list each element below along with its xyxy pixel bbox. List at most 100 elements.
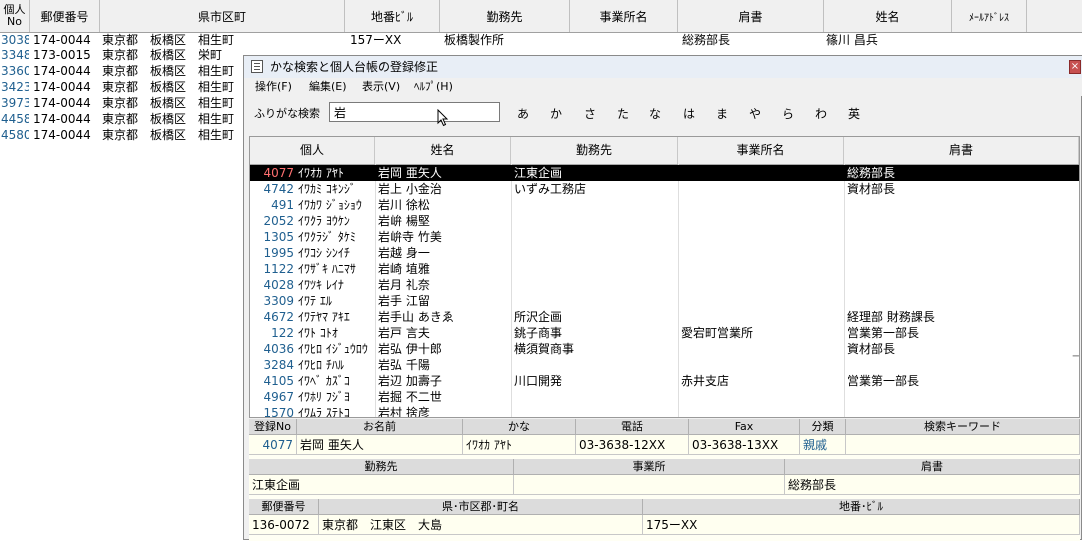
list-item[interactable]: 3309 ｲﾜﾃ ｴﾙ 岩手 江留	[250, 293, 1079, 309]
detail-block-field[interactable]: 175ーXX	[643, 515, 1080, 535]
list-item-selected[interactable]: 4077 ｲﾜｵｶ ｱﾔﾄ 岩岡 亜矢人 江東企画 総務部長	[250, 165, 1079, 181]
list-header-office[interactable]: 事業所名	[678, 137, 844, 164]
kana-button-ra[interactable]: ら	[778, 105, 798, 122]
list-item[interactable]: 4036 ｲﾜﾋﾛ ｲｼﾞｭｳﾛｳ 岩弘 伊十郎 横須賀商事 資材部長	[250, 341, 1079, 357]
list-item[interactable]: 4742 ｲﾜｶﾐ ｺｷﾝｼﾞ 岩上 小金治 いずみ工務店 資材部長	[250, 181, 1079, 197]
bg-cell-address: 東京都 板橋区 相生町	[102, 33, 235, 47]
detail-name-field[interactable]: 岩岡 亜矢人	[297, 435, 463, 455]
list-cell-kana: ｲﾜｶﾐ ｺｷﾝｼﾞ	[298, 182, 356, 196]
list-cell-name: 岩月 礼奈	[378, 278, 430, 292]
detail-keyword-field[interactable]	[846, 435, 1080, 455]
kana-search-input[interactable]	[329, 102, 500, 122]
list-header-title[interactable]: 肩書	[844, 137, 1079, 164]
bg-cell-address: 東京都 板橋区 相生町	[102, 96, 235, 110]
list-cell-title: 資材部長	[847, 182, 896, 196]
list-item[interactable]: 4105 ｲﾜﾍﾞ ｶｽﾞｺ 岩辺 加壽子 川口開発 赤井支店 営業第一部長	[250, 373, 1079, 389]
detail-category-field[interactable]: 親戚	[800, 435, 846, 455]
bg-cell-postal: 174-0044	[33, 64, 91, 78]
detail-address-field[interactable]: 東京都 江東区 大島	[319, 515, 643, 535]
list-cell-name: 岩手 江留	[378, 294, 430, 308]
list-item[interactable]: 1570 ｲﾜﾑﾗ ｽﾃﾄｺ 岩村 捨彦	[250, 405, 1079, 418]
bg-cell-postal: 173-0015	[33, 48, 91, 62]
list-item[interactable]: 122 ｲﾜﾄ ｺﾄｵ 岩戸 言夫 銚子商事 愛宕町営業所 営業第一部長	[250, 325, 1079, 341]
dialog-title: かな検索と個人台帳の登録修正	[270, 60, 439, 74]
bg-cell-company: 板橋製作所	[444, 33, 505, 47]
bg-header-company[interactable]: 勤務先	[440, 0, 570, 32]
list-cell-name: 岩辺 加壽子	[378, 374, 442, 388]
bg-cell-no: 3973	[1, 96, 29, 110]
dialog-title-bar[interactable]: かな検索と個人台帳の登録修正 ×	[244, 56, 1082, 79]
list-cell-name: 岩掘 不二世	[378, 390, 442, 404]
detail-fax-field[interactable]: 03-3638-13XX	[689, 435, 800, 455]
list-cell-kana: ｲﾜﾄ ｺﾄｵ	[298, 326, 338, 340]
close-button[interactable]: ×	[1069, 60, 1081, 74]
kana-button-ya[interactable]: や	[745, 105, 765, 122]
bg-header-name[interactable]: 姓名	[824, 0, 952, 32]
kana-button-ta[interactable]: た	[613, 105, 633, 122]
list-item[interactable]: 491 ｲﾜｶﾜ ｼﾞｮｼｮｳ 岩川 徐松	[250, 197, 1079, 213]
list-cell-no: 1995	[263, 246, 294, 260]
list-cell-company: 江東企画	[514, 166, 563, 180]
list-item[interactable]: 4672 ｲﾜﾃﾔﾏ ｱｷｴ 岩手山 あきゑ 所沢企画 経理部 財務課長	[250, 309, 1079, 325]
menu-view[interactable]: 表示(V)	[362, 78, 400, 96]
detail-panel: 登録No お名前 かな 電話 Fax 分類 検索キーワード 4077 岩岡 亜矢…	[249, 419, 1080, 541]
kana-button-ha[interactable]: は	[679, 105, 699, 122]
list-cell-kana: ｲﾜﾑﾗ ｽﾃﾄｺ	[298, 406, 350, 418]
list-header-name[interactable]: 姓名	[375, 137, 511, 164]
detail-reg-no[interactable]: 4077	[249, 435, 297, 455]
list-item[interactable]: 1122 ｲﾜｻﾞｷ ﾊﾆﾏｻ 岩崎 埴雅	[250, 261, 1079, 277]
list-cell-kana: ｲﾜｵｶ ｱﾔﾄ	[298, 166, 344, 180]
bg-cell-postal: 174-0044	[33, 33, 91, 47]
bg-header-mail[interactable]: ﾒｰﾙｱﾄﾞﾚｽ	[952, 0, 1027, 32]
detail-header-category: 分類	[800, 419, 846, 435]
bg-header-title[interactable]: 肩書	[678, 0, 824, 32]
list-cell-office: 愛宕町営業所	[681, 326, 754, 340]
detail-header-company: 勤務先	[249, 459, 514, 475]
list-cell-no: 3309	[263, 294, 294, 308]
list-cell-name: 岩峅寺 竹美	[378, 230, 442, 244]
list-cell-kana: ｲﾜﾋﾛ ｲｼﾞｭｳﾛｳ	[298, 342, 368, 356]
list-cell-title: 営業第一部長	[847, 326, 920, 340]
detail-company-field[interactable]: 江東企画	[249, 475, 514, 495]
person-list[interactable]: 個人 姓名 勤務先 事業所名 肩書 4077 ｲﾜｵｶ ｱﾔﾄ 岩岡 亜矢人 江…	[249, 136, 1080, 418]
bg-cell-no: 3038	[1, 33, 29, 47]
kana-button-ka[interactable]: か	[546, 105, 566, 122]
list-cell-name: 岩弘 千陽	[378, 358, 430, 372]
kana-button-wa[interactable]: わ	[811, 105, 831, 122]
list-item[interactable]: 3284 ｲﾜﾋﾛ ﾁﾊﾙ 岩弘 千陽	[250, 357, 1079, 373]
list-cell-no: 4742	[263, 182, 294, 196]
menu-edit[interactable]: 編集(E)	[309, 78, 347, 96]
list-header-company[interactable]: 勤務先	[511, 137, 678, 164]
bg-header-office[interactable]: 事業所名	[570, 0, 678, 32]
kana-button-na[interactable]: な	[645, 105, 665, 122]
list-cell-office	[681, 181, 843, 197]
detail-postal-field[interactable]: 136-0072	[249, 515, 319, 535]
kana-button-ma[interactable]: ま	[712, 105, 732, 122]
list-item[interactable]: 1305 ｲﾜｸﾗｼﾞ ﾀｹﾐ 岩峅寺 竹美	[250, 229, 1079, 245]
menu-operation[interactable]: 操作(F)	[255, 78, 292, 96]
kana-button-sa[interactable]: さ	[580, 105, 600, 122]
bg-header-no-line2: No	[7, 15, 22, 28]
scroll-down-icon[interactable]: −	[1072, 351, 1079, 362]
list-item[interactable]: 4967 ｲﾜﾎﾘ ﾌｼﾞﾖ 岩掘 不二世	[250, 389, 1079, 405]
bg-header-no[interactable]: 個人 No	[0, 0, 30, 32]
bg-cell-address: 東京都 板橋区 栄町	[102, 48, 223, 62]
bg-header-postal[interactable]: 郵便番号	[30, 0, 100, 32]
list-header-person[interactable]: 個人	[250, 137, 375, 164]
kana-button-a[interactable]: あ	[513, 105, 533, 122]
detail-office-field[interactable]	[514, 475, 785, 495]
list-item[interactable]: 1995 ｲﾜｺｼ ｼﾝｲﾁ 岩越 身一	[250, 245, 1079, 261]
list-cell-company: いずみ工務店	[514, 182, 587, 196]
list-cell-no: 2052	[263, 214, 294, 228]
detail-kana-field[interactable]: ｲﾜｵｶ ｱﾔﾄ	[463, 435, 576, 455]
list-item[interactable]: 2052 ｲﾜｸﾗ ﾖｳｹﾝ 岩峅 楊堅	[250, 213, 1079, 229]
detail-tel-field[interactable]: 03-3638-12XX	[576, 435, 689, 455]
bg-header-block[interactable]: 地番ﾋﾞﾙ	[345, 0, 440, 32]
list-cell-name: 岩川 徐松	[378, 198, 430, 212]
list-item[interactable]: 4028 ｲﾜﾂｷ ﾚｲﾅ 岩月 礼奈	[250, 277, 1079, 293]
bg-header-address[interactable]: 県市区町	[100, 0, 345, 32]
menu-help[interactable]: ﾍﾙﾌﾟ(H)	[414, 78, 453, 96]
detail-title-field[interactable]: 総務部長	[785, 475, 1080, 495]
kana-button-en[interactable]: 英	[844, 105, 864, 122]
bg-table-row[interactable]: 3038 174-0044 東京都 板橋区 相生町 157ーXX 板橋製作所 総…	[0, 32, 1082, 48]
